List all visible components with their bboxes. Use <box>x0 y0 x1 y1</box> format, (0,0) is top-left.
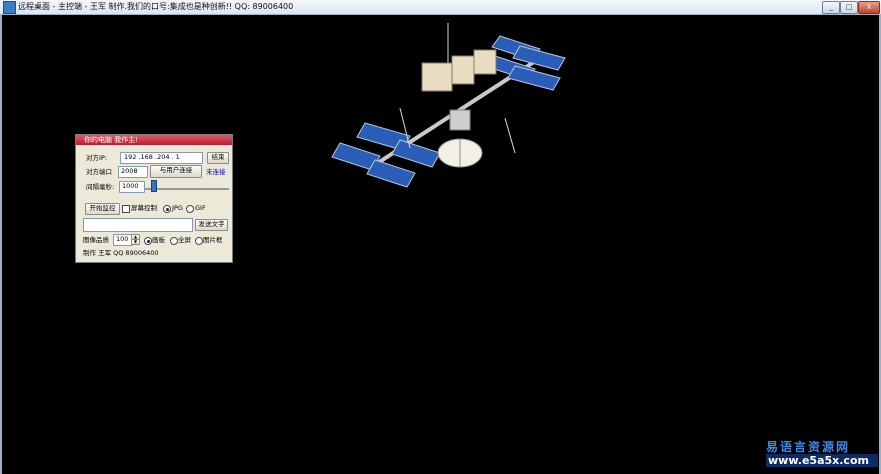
radiator-dish <box>437 138 483 168</box>
station-modules <box>421 49 497 131</box>
interval-slider-track[interactable] <box>145 188 229 190</box>
control-dialog: 你的电脑 我作主! 对方IP: 192 .168 .204 . 1 结束 对方端… <box>75 134 233 263</box>
minimize-button[interactable]: _ <box>822 1 840 14</box>
screen-control-label: 屏幕控制 <box>131 204 157 212</box>
dialog-title: 你的电脑 我作主! <box>84 136 139 144</box>
view-canvas-radio[interactable] <box>144 237 152 245</box>
view-picturebox-radio[interactable] <box>195 237 203 245</box>
view-fullscreen-radio[interactable] <box>170 237 178 245</box>
format-gif-label: GIF <box>195 204 206 212</box>
quality-field[interactable]: 100 <box>113 234 133 246</box>
dialog-titlebar: 你的电脑 我作主! <box>76 135 232 145</box>
site-watermark: 易语言资源网 www.e5a5x.com <box>766 438 878 470</box>
window-border-left <box>0 15 2 474</box>
ip-address-field[interactable]: 192 .168 .204 . 1 <box>120 152 203 164</box>
view-picturebox-label: 图片框 <box>203 236 223 244</box>
view-canvas-label: 画板 <box>152 236 165 244</box>
ip-label: 对方IP: <box>86 154 108 162</box>
send-text-button[interactable]: 发送文字 <box>195 219 228 231</box>
window-titlebar: 远程桌面 - 主控端 - 王军 制作.我们的口号:集成也是种创新!! QQ: 8… <box>0 0 881 15</box>
format-gif-radio[interactable] <box>186 205 194 213</box>
interval-slider-thumb[interactable] <box>151 180 157 192</box>
connect-user-button[interactable]: 与用户连接 <box>150 165 202 178</box>
format-jpg-label: JPG <box>172 204 183 212</box>
watermark-url: www.e5a5x.com <box>766 454 878 467</box>
view-fullscreen-label: 全屏 <box>178 236 191 244</box>
connection-status: 未连接 <box>206 168 226 176</box>
interval-label: 间隔毫秒: <box>86 183 115 191</box>
format-jpg-radio[interactable] <box>163 205 171 213</box>
maximize-button[interactable]: □ <box>840 1 858 14</box>
window-title: 远程桌面 - 主控端 - 王军 制作.我们的口号:集成也是种创新!! QQ: 8… <box>18 2 294 11</box>
screen-control-checkbox[interactable] <box>122 205 130 213</box>
author-info: 制作 王军 QQ 89006400 <box>83 249 159 257</box>
close-button[interactable]: X <box>858 1 880 14</box>
watermark-name: 易语言资源网 <box>766 440 851 454</box>
space-station-image <box>331 23 566 188</box>
app-icon <box>3 1 16 14</box>
end-button[interactable]: 结束 <box>207 152 229 164</box>
message-input[interactable] <box>83 218 193 232</box>
quality-label: 图像品质 <box>83 236 109 244</box>
quality-spin-down[interactable]: ▼ <box>131 239 140 245</box>
start-monitor-button[interactable]: 开始监控 <box>85 203 120 215</box>
interval-field[interactable]: 1000 <box>119 181 145 193</box>
port-label: 对方端口 <box>86 168 112 176</box>
port-field[interactable]: 2008 <box>118 166 148 178</box>
